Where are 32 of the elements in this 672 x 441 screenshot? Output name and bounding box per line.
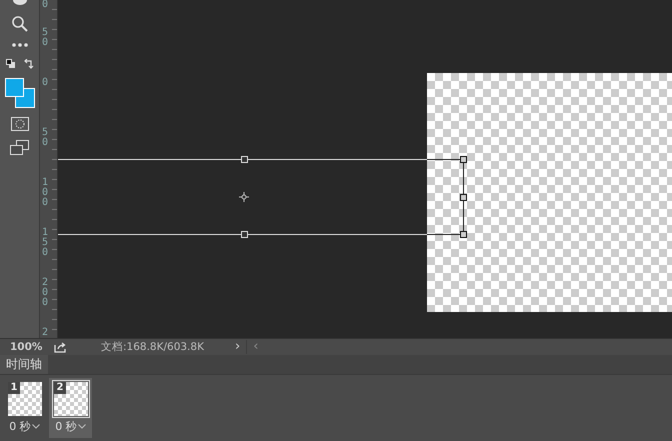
frame-delay[interactable]: 0 秒	[55, 419, 86, 434]
ruler-label: 2	[42, 328, 50, 338]
ruler-label: 150	[42, 228, 50, 258]
frame-delay[interactable]: 0 秒	[9, 419, 40, 434]
more-icon[interactable]	[10, 42, 28, 48]
animation-frame[interactable]: 2 0 秒	[49, 378, 92, 438]
caret-icon	[32, 424, 40, 429]
ruler-label: 100	[42, 178, 50, 208]
timeline-tab[interactable]: 时间轴	[0, 355, 48, 374]
next-button[interactable]: ›	[229, 340, 246, 354]
transform-handle[interactable]	[460, 231, 467, 238]
transform-box[interactable]	[58, 158, 464, 235]
frame-number: 1	[8, 382, 20, 394]
ruler-label: 200	[42, 278, 50, 308]
ruler-label: 0	[42, 78, 50, 88]
animation-frame[interactable]: 1 0 秒	[3, 378, 46, 438]
zoom-level[interactable]: 100%	[10, 341, 50, 353]
export-icon[interactable]	[54, 342, 67, 352]
screen-mode-icon[interactable]	[10, 140, 30, 156]
transform-handle[interactable]	[460, 156, 467, 163]
swap-arrow-icon[interactable]	[24, 59, 34, 69]
document-size: 文档:168.8K/603.8K	[101, 340, 205, 354]
default-colors-icon[interactable]	[6, 59, 16, 69]
frame-number: 2	[54, 382, 66, 394]
ruler-label: 50	[42, 28, 50, 48]
transform-handle[interactable]	[460, 194, 467, 201]
caret-icon	[78, 424, 86, 429]
quick-mask-icon[interactable]	[10, 117, 28, 131]
reference-point-icon[interactable]	[238, 192, 250, 202]
color-swatches-icon[interactable]	[4, 78, 34, 108]
ruler-label: 50	[42, 128, 50, 148]
search-icon[interactable]	[10, 15, 28, 33]
